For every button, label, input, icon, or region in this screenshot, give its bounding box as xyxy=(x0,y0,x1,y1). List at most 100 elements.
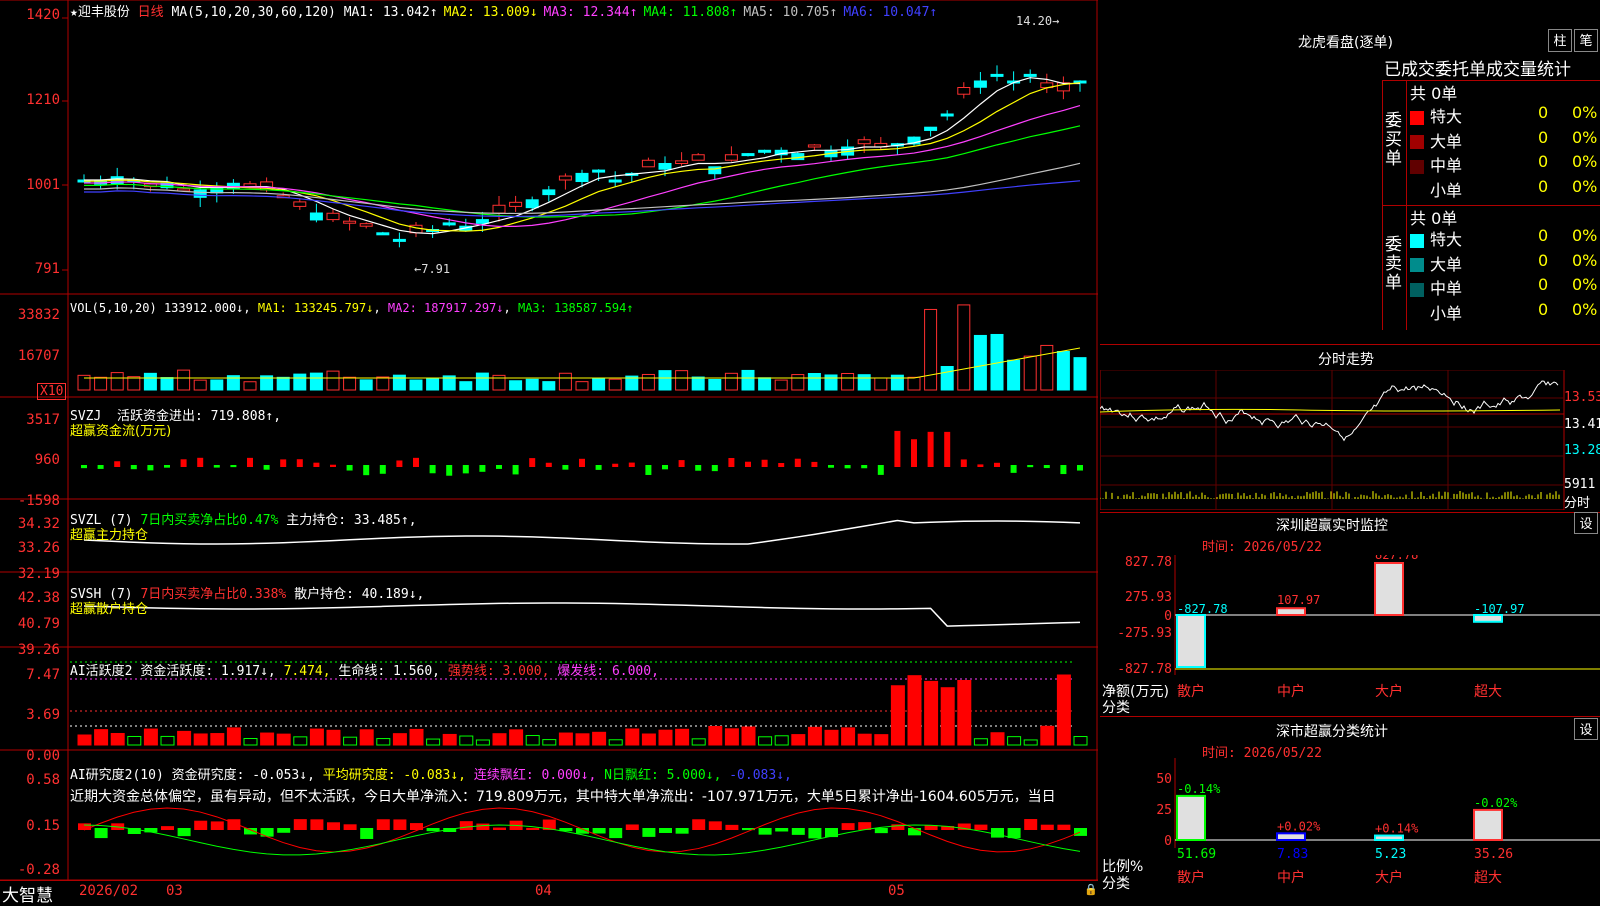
sell-size-label: 特大 xyxy=(1430,230,1463,249)
sell-pct: 0% xyxy=(1572,275,1598,294)
ai1-header: AI活跃度2 资金活跃度: 1.917↓, 7.474, 生命线: 1.560,… xyxy=(70,664,659,679)
bottom-bar: 大智慧 2026/02 03 04 05 🔒 xyxy=(0,880,1098,906)
cls-value-label: 35.26 xyxy=(1474,847,1513,862)
minute-unit-label: 分时 xyxy=(1564,496,1591,511)
ai2-axis-1: 0.15 xyxy=(26,818,60,834)
sell-count: 0 xyxy=(1538,250,1549,270)
sell-color-swatch xyxy=(1410,258,1424,272)
buy-count: 0 xyxy=(1538,127,1549,147)
cls-bar xyxy=(1374,834,1404,841)
cls-bar xyxy=(1473,808,1503,842)
sell-count: 0 xyxy=(1538,275,1549,294)
svzl-axis-1: 33.26 xyxy=(17,540,60,556)
buy-color-swatch xyxy=(1410,110,1424,125)
ma-value-3: MA3: 12.344↑ xyxy=(543,5,638,20)
sz-settings-button[interactable]: 设 xyxy=(1574,512,1598,534)
main-axis-0: 1420 xyxy=(26,7,60,23)
lock-icon[interactable]: 🔒 xyxy=(1084,883,1098,896)
svzj-axis-2: -1598 xyxy=(17,493,60,509)
cls-change-label: +0.02% xyxy=(1277,819,1321,833)
main-axis-1: 1210 xyxy=(26,92,60,108)
buy-pct: 0% xyxy=(1572,127,1598,147)
cls-settings-button[interactable]: 设 xyxy=(1574,718,1598,740)
sell-orders-label: 委卖单 xyxy=(1385,235,1402,293)
svsh-axis-2: 39.26 xyxy=(17,642,60,658)
cls-category-label: 超大 xyxy=(1474,870,1502,886)
buy-orders-label: 委买单 xyxy=(1385,111,1402,169)
buy-row: 大单 xyxy=(1410,128,1462,152)
minute-chart[interactable] xyxy=(1100,370,1600,510)
minute-axis-1: 13.41 xyxy=(1564,417,1600,432)
cls-axis-label: 0 xyxy=(1164,834,1172,849)
vol-unit-box: X10 xyxy=(37,383,67,400)
sell-row: 中单 xyxy=(1410,275,1462,299)
sz-net-chart: 827.78 275.93 0 -275.93 -827.78 -827.78 散户 107.… xyxy=(1117,555,1600,700)
sz-bar-label: -827.78 xyxy=(1177,602,1228,616)
vol-axis-0: 33832 xyxy=(17,307,60,323)
svzj-axis-1: 960 xyxy=(34,452,60,468)
stroke-mode-button[interactable]: 笔 xyxy=(1574,29,1598,52)
svzj-subtitle: 超赢资金流(万元) xyxy=(70,424,172,439)
sell-size-label: 小单 xyxy=(1430,303,1463,323)
svzl-axis-2: 32.19 xyxy=(17,566,60,582)
ai1-axis-0: 7.47 xyxy=(26,667,60,683)
buy-color-swatch xyxy=(1410,184,1424,198)
cls-ratio-chart: 7550250-0.14%51.69散户+0.02%7.83中户+0.14%5.… xyxy=(1156,758,1600,886)
price-high-mark: 14.20→ xyxy=(1016,14,1060,28)
sell-row: 小单 xyxy=(1410,300,1462,324)
sz-time: 时间: 2026/05/22 xyxy=(1202,540,1322,555)
cls-change-label: -0.14% xyxy=(1177,782,1221,796)
ai2-header: AI研究度2(10) 资金研究度: -0.053↓, 平均研究度: -0.083… xyxy=(70,768,792,783)
ai2-axis-0: 0.58 xyxy=(26,772,60,788)
svzj-axis-0: 3517 xyxy=(26,412,60,428)
sell-count: 0 xyxy=(1538,226,1549,245)
svzl-axis-0: 34.32 xyxy=(17,516,60,532)
date-label-1: 03 xyxy=(166,883,183,899)
buy-count: 0 xyxy=(1538,103,1549,122)
vol-header: VOL(5,10,20) 133912.000↓, MA1: 133245.79… xyxy=(70,301,634,315)
cls-value-label: 5.23 xyxy=(1375,847,1406,862)
sell-pct: 0% xyxy=(1572,299,1598,319)
lhb-title: 龙虎看盘(逐单) xyxy=(1298,35,1393,51)
sz-axis-label: 275.93 xyxy=(1125,590,1172,605)
sz-bar xyxy=(1276,607,1306,616)
cls-value-label: 51.69 xyxy=(1177,847,1216,862)
cls-bar xyxy=(1276,832,1306,841)
buy-size-label: 中单 xyxy=(1430,156,1463,175)
ma-value-6: MA6: 10.047↑ xyxy=(843,5,938,20)
sz-axis-label: 0 xyxy=(1164,609,1172,624)
svzl-subtitle: 超赢主力持仓 xyxy=(70,528,149,543)
sz-category-label: 大户 xyxy=(1375,683,1403,700)
price-low-mark: ←7.91 xyxy=(414,262,451,276)
bar-mode-button[interactable]: 柱 xyxy=(1548,29,1572,52)
sz-bar xyxy=(1473,614,1503,623)
minute-trend-title: 分时走势 xyxy=(1318,352,1374,368)
ai2-summary-text: 近期大资金总体偏空，虽有异动，但不太活跃，今日大单净流入：719.809万元，其… xyxy=(70,789,1056,805)
buy-color-swatch xyxy=(1410,135,1424,149)
sz-bar-label: 107.97 xyxy=(1277,593,1320,607)
ma-value-1: MA1: 13.042↑ xyxy=(343,5,438,20)
sz-axis-label: -827.78 xyxy=(1117,662,1172,677)
sz-monitor-title: 深圳超赢实时监控 xyxy=(1276,518,1388,534)
main-axis-3: 791 xyxy=(34,261,60,277)
sz-bar-label: -107.97 xyxy=(1474,602,1525,616)
buy-row: 小单 xyxy=(1410,177,1462,201)
minute-axis-0: 13.53 xyxy=(1564,390,1600,405)
sell-color-swatch xyxy=(1410,307,1424,321)
date-label-0: 2026/02 xyxy=(79,883,139,899)
ma-value-2: MA2: 13.009↓ xyxy=(443,5,538,20)
period-label[interactable]: 日线 xyxy=(138,5,164,20)
buy-row: 中单 xyxy=(1410,152,1462,176)
svsh-axis-0: 42.38 xyxy=(17,590,60,606)
buy-pct: 0% xyxy=(1572,103,1598,122)
buy-count: 0 xyxy=(1538,176,1549,196)
ma-param: MA(5,10,20,30,60,120) xyxy=(171,5,336,20)
main-axis-2: 1001 xyxy=(26,177,60,193)
buy-color-swatch xyxy=(1410,159,1424,174)
buy-row: 特大 xyxy=(1410,103,1462,127)
ma-value-4: MA4: 11.808↑ xyxy=(643,5,738,20)
svsh-axis-1: 40.79 xyxy=(17,616,60,632)
buy-count: 0 xyxy=(1538,152,1549,171)
sz-category-label: 散户 xyxy=(1177,683,1205,700)
order-stats-tab[interactable]: 已成交委托单成交量统计 xyxy=(1384,55,1571,80)
